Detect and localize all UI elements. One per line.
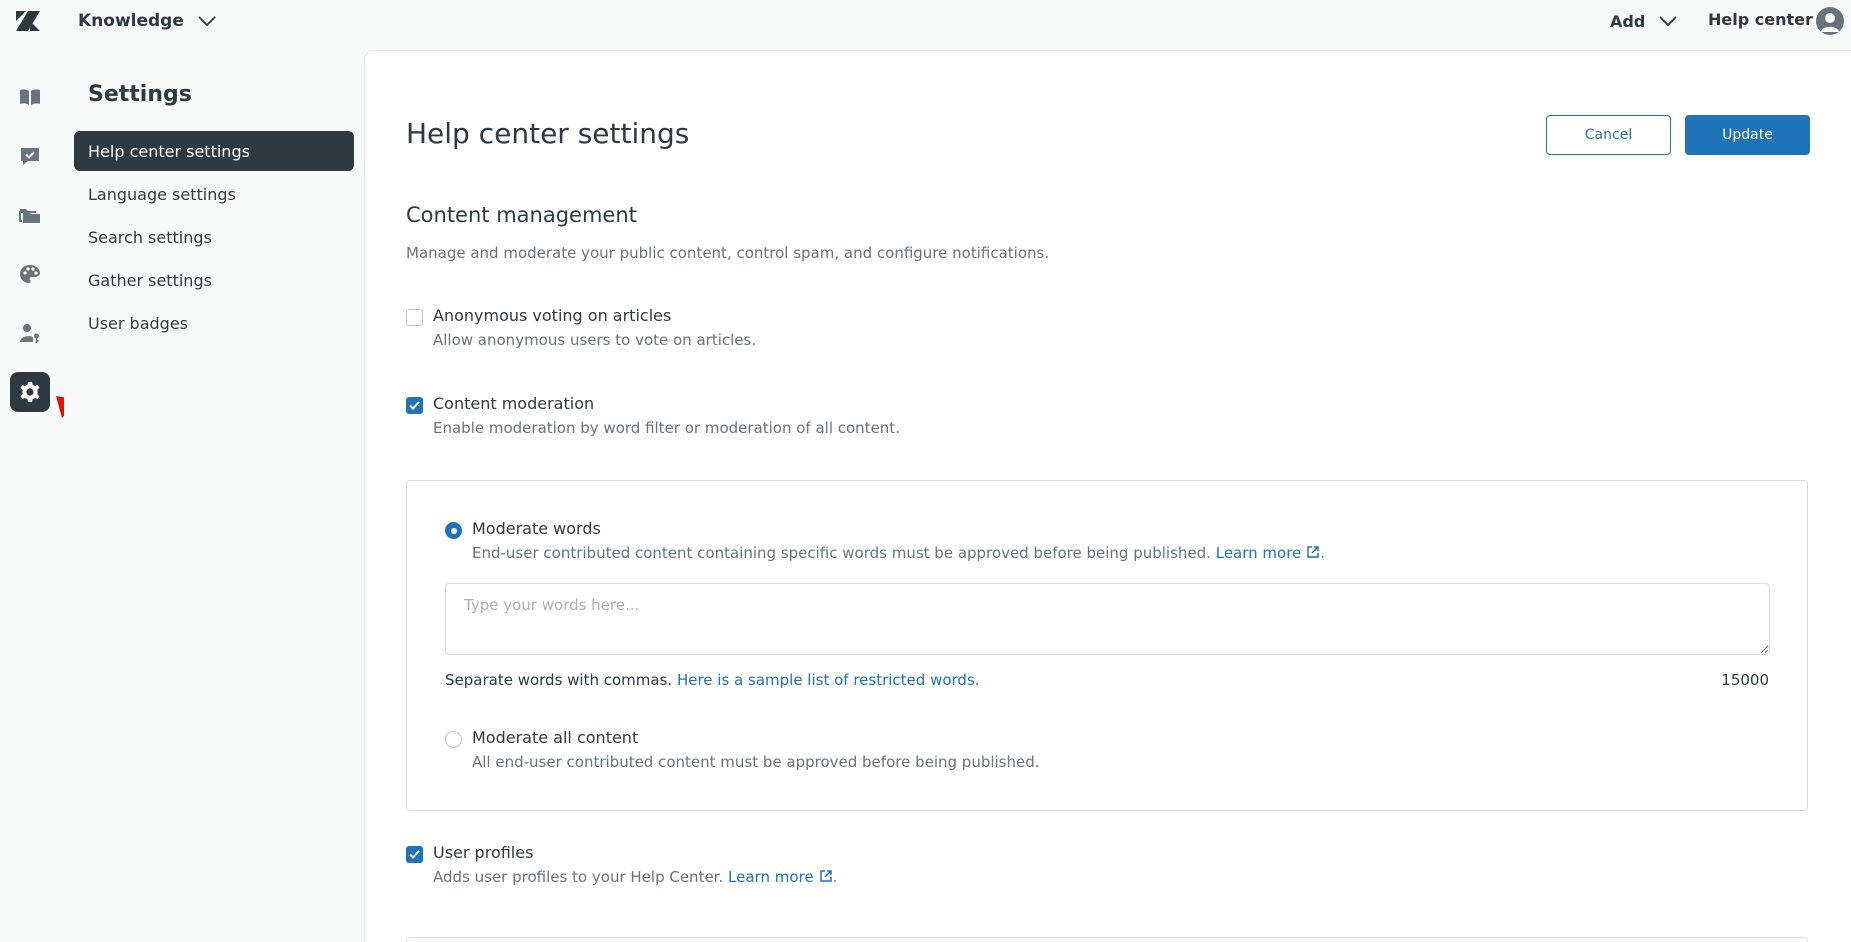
product-name: Knowledge <box>78 11 184 31</box>
task-chat-icon <box>21 148 39 165</box>
subnav-title: Settings <box>88 82 192 107</box>
nav-design-button[interactable] <box>10 254 50 294</box>
anonymous-voting-hint: Allow anonymous users to vote on article… <box>433 331 757 349</box>
words-help-text: Separate words with commas. <box>445 671 673 689</box>
section-description: Manage and moderate your public content,… <box>406 244 1050 262</box>
product-switcher[interactable]: Knowledge <box>78 8 216 34</box>
moderate-words-radio[interactable] <box>445 522 462 539</box>
subnav-list: Help center settings Language settings S… <box>74 131 354 346</box>
user-icon <box>1821 13 1839 32</box>
content-moderation-checkbox[interactable] <box>406 397 423 414</box>
cancel-button[interactable]: Cancel <box>1546 115 1671 155</box>
user-key-icon <box>20 324 39 343</box>
user-profiles-learn-more-link[interactable]: Learn more <box>728 868 833 886</box>
moderation-options-box: Moderate words End-user contributed cont… <box>406 480 1808 811</box>
settings-subnav: Settings Help center settings Language s… <box>64 42 364 942</box>
external-link-icon <box>819 870 832 882</box>
anonymous-voting-label[interactable]: Anonymous voting on articles <box>433 306 671 325</box>
learn-more-text: Learn more <box>728 868 814 886</box>
main-panel: Help center settings Cancel Update Conte… <box>364 50 1851 942</box>
book-icon <box>20 89 40 105</box>
moderate-words-hint-row: End-user contributed content containing … <box>472 544 1326 562</box>
check-icon <box>409 850 420 859</box>
gear-icon <box>20 382 40 402</box>
nav-settings-button[interactable] <box>10 372 50 412</box>
top-bar: Knowledge Add Help center <box>0 0 1851 42</box>
nav-knowledge-button[interactable] <box>10 77 50 117</box>
user-avatar[interactable] <box>1816 7 1844 35</box>
help-center-link[interactable]: Help center <box>1708 10 1813 29</box>
moderate-all-content-label[interactable]: Moderate all content <box>472 728 638 747</box>
restricted-words-sample-link[interactable]: Here is a sample list of restricted word… <box>677 671 980 689</box>
learn-more-text: Learn more <box>1215 544 1302 562</box>
moderate-words-hint: End-user contributed content containing … <box>472 544 1211 562</box>
moderated-words-input[interactable] <box>445 583 1770 655</box>
folders-icon <box>19 209 40 223</box>
subnav-item-user-badges[interactable]: User badges <box>74 303 354 343</box>
words-help-text-row: Separate words with commas. Here is a sa… <box>445 671 980 689</box>
moderate-words-learn-more-link[interactable]: Learn more <box>1216 544 1321 562</box>
nav-user-permissions-button[interactable] <box>10 313 50 353</box>
subnav-item-help-center-settings[interactable]: Help center settings <box>74 131 354 171</box>
moderate-all-content-radio[interactable] <box>445 731 462 748</box>
app-root: Knowledge Add Help center Settings Help … <box>0 0 1851 942</box>
content-moderation-label[interactable]: Content moderation <box>433 394 594 413</box>
section-title: Content management <box>406 203 637 227</box>
user-profiles-options-box <box>406 937 1808 942</box>
update-button[interactable]: Update <box>1685 115 1810 155</box>
anonymous-voting-checkbox[interactable] <box>406 309 423 326</box>
zendesk-logo-icon[interactable] <box>14 9 42 33</box>
add-menu-button[interactable]: Add <box>1610 8 1677 34</box>
chevron-down-icon <box>198 16 216 26</box>
check-icon <box>409 401 420 410</box>
add-label: Add <box>1610 11 1646 31</box>
subnav-item-search-settings[interactable]: Search settings <box>74 217 354 257</box>
user-profiles-label[interactable]: User profiles <box>433 843 533 862</box>
nav-tasks-button[interactable] <box>10 136 50 176</box>
nav-arrange-button[interactable] <box>10 195 50 235</box>
product-nav-rail <box>0 42 64 942</box>
subnav-item-language-settings[interactable]: Language settings <box>74 174 354 214</box>
palette-icon <box>20 265 40 283</box>
user-profiles-hint: Adds user profiles to your Help Center. <box>433 868 724 886</box>
moderate-words-label[interactable]: Moderate words <box>472 519 601 538</box>
user-profiles-checkbox[interactable] <box>406 846 423 863</box>
subnav-item-gather-settings[interactable]: Gather settings <box>74 260 354 300</box>
character-count: 15000 <box>1721 671 1769 689</box>
moderate-all-content-hint: All end-user contributed content must be… <box>472 753 1040 771</box>
chevron-down-icon <box>1659 16 1677 26</box>
external-link-icon <box>1307 546 1320 558</box>
content-moderation-hint: Enable moderation by word filter or mode… <box>433 419 900 437</box>
user-profiles-hint-row: Adds user profiles to your Help Center. … <box>433 868 838 886</box>
page-title: Help center settings <box>406 117 690 150</box>
